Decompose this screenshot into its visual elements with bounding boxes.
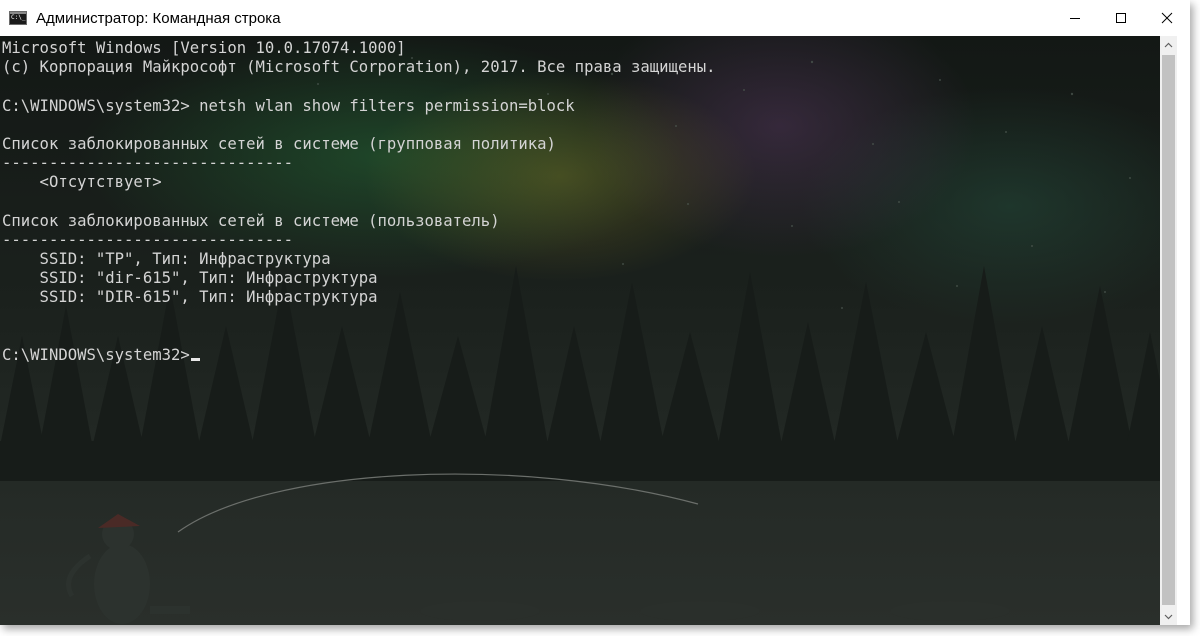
maximize-icon (1116, 13, 1126, 23)
scroll-up-button[interactable] (1160, 36, 1177, 53)
scrollbar-thumb[interactable] (1162, 55, 1175, 605)
window-title: Администратор: Командная строка (36, 9, 281, 27)
close-icon (1161, 12, 1173, 24)
vertical-scrollbar[interactable] (1160, 36, 1177, 625)
console-line: Список заблокированных сетей в системе (… (2, 211, 500, 230)
console-area[interactable]: Microsoft Windows [Version 10.0.17074.10… (0, 36, 1160, 625)
console-line: SSID: "DIR-615", Тип: Инфраструктура (2, 288, 378, 307)
console-output: Microsoft Windows [Version 10.0.17074.10… (2, 39, 716, 365)
console-line: Список заблокированных сетей в системе (… (2, 134, 556, 153)
prompt-text: C:\WINDOWS\system32> (2, 346, 190, 364)
sled-figure (66, 514, 190, 624)
title-bar[interactable]: Администратор: Командная строка (0, 0, 1190, 36)
chevron-up-icon (1164, 42, 1173, 47)
console-line: Microsoft Windows [Version 10.0.17074.10… (2, 39, 406, 57)
maximize-button[interactable] (1098, 0, 1144, 36)
text-cursor (190, 358, 200, 361)
sled-dogs (420, 601, 1010, 621)
command-prompt-window: Администратор: Командная строка (0, 0, 1190, 625)
console-line: ------------------------------- (2, 154, 294, 173)
whip-line (177, 473, 699, 533)
window-border (1177, 36, 1190, 625)
chevron-down-icon (1164, 614, 1173, 619)
console-line: SSID: "dir-615", Тип: Инфраструктура (2, 269, 378, 288)
minimize-button[interactable] (1052, 0, 1098, 36)
console-line: <Отсутствует> (2, 173, 162, 192)
console-line: C:\WINDOWS\system32> netsh wlan show fil… (2, 96, 575, 115)
console-line: ------------------------------- (2, 230, 294, 249)
cmd-icon[interactable] (9, 11, 27, 25)
close-button[interactable] (1144, 0, 1190, 36)
console-line: SSID: "TP", Тип: Инфраструктура (2, 250, 331, 269)
console-line: (c) Корпорация Майкрософт (Microsoft Cor… (2, 58, 716, 77)
scroll-down-button[interactable] (1160, 608, 1177, 625)
minimize-icon (1070, 18, 1080, 19)
prompt-line[interactable]: C:\WINDOWS\system32> (2, 346, 716, 365)
